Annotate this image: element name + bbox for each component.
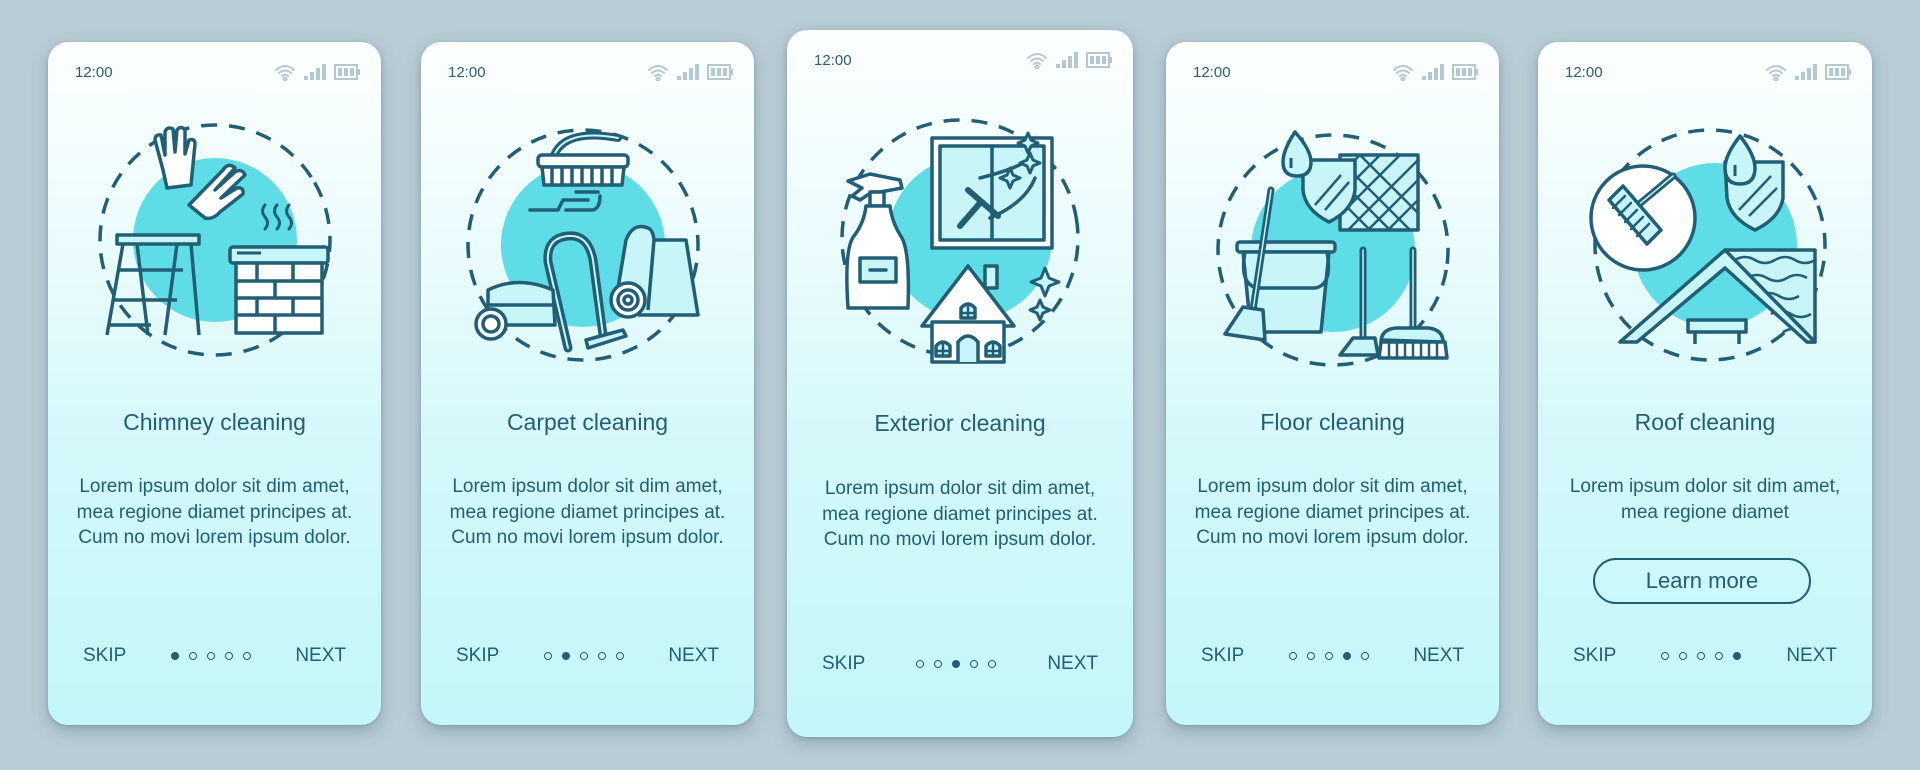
chimney-cleaning-illustration [97,123,332,357]
page-dot[interactable] [597,652,606,660]
status-bar: 12:00 [1193,61,1479,83]
page-dot-active[interactable] [1733,652,1742,660]
page-dot[interactable] [188,652,197,660]
page-dot[interactable] [206,652,215,660]
page-dot[interactable] [242,652,251,660]
page-dot[interactable] [579,652,588,660]
page-indicator [170,652,251,660]
signal-icon [677,64,699,80]
screen-title: Chimney cleaning [123,409,306,435]
page-dot[interactable] [988,660,997,668]
screen-title: Floor cleaning [1260,409,1405,435]
skip-button[interactable]: SKIP [1573,645,1616,667]
status-bar: 12:00 [448,61,734,83]
page-dot[interactable] [1679,652,1688,660]
page-dot-active[interactable] [1342,652,1351,660]
page-indicator [1288,652,1369,660]
exterior-cleaning-illustration [840,118,1080,364]
status-bar: 12:00 [75,61,361,83]
page-dot[interactable] [1661,652,1670,660]
status-time: 12:00 [1565,63,1603,81]
chimney-icon [227,245,330,335]
onboarding-nav: SKIP NEXT [456,645,719,667]
battery-icon [334,64,361,80]
wifi-icon [275,65,295,81]
onboarding-screen-carpet: 12:00 Carpet cleaning Lorem ipsum dolor … [421,42,754,725]
page-dot[interactable] [1324,652,1333,660]
battery-icon [1452,64,1479,80]
page-dot[interactable] [970,660,979,668]
onboarding-screen-roof: 12:00 Roof cleaning Lorem ipsum dolor si… [1538,42,1872,725]
page-indicator [916,660,997,668]
battery-icon [1825,64,1852,80]
screen-description: Lorem ipsum dolor sit dim amet, mea regi… [822,478,1098,550]
page-dot-active[interactable] [952,660,961,668]
skip-button[interactable]: SKIP [83,645,126,667]
floor-cleaning-illustration [1215,130,1450,367]
next-button[interactable]: NEXT [295,645,346,667]
battery-icon [707,64,734,80]
status-time: 12:00 [448,63,486,81]
page-dot-active[interactable] [170,652,179,660]
onboarding-nav: SKIP NEXT [1201,645,1464,667]
next-button[interactable]: NEXT [1047,653,1098,675]
battery-icon [1086,52,1113,68]
status-bar: 12:00 [1565,61,1852,83]
page-dot[interactable] [1288,652,1297,660]
onboarding-nav: SKIP NEXT [822,653,1098,675]
screen-title: Carpet cleaning [506,409,669,435]
onboarding-screen-chimney: 12:00 Chimney cleaning Lorem ipsum dolor… [48,42,381,725]
status-bar: 12:00 [814,49,1113,71]
page-dot[interactable] [224,652,233,660]
page-indicator [1661,652,1742,660]
signal-icon [1422,64,1444,80]
window-squeegee-icon [930,136,1054,250]
next-button[interactable]: NEXT [668,645,719,667]
next-button[interactable]: NEXT [1413,645,1464,667]
learn-more-button[interactable]: Learn more [1593,558,1811,604]
wifi-icon [1393,65,1413,81]
screen-description: Lorem ipsum dolor sit dim amet, mea regi… [1194,476,1471,548]
screen-title: Roof cleaning [1634,409,1776,435]
page-dot[interactable] [934,660,943,668]
status-time: 12:00 [1193,63,1231,81]
signal-icon [1056,52,1078,68]
carpet-cleaning-illustration [465,128,700,362]
status-time: 12:00 [75,63,113,81]
page-indicator [543,652,624,660]
broom-circle-icon [1589,164,1697,272]
screen-title: Exterior cleaning [874,410,1046,436]
page-dot[interactable] [916,660,925,668]
page-dot-active[interactable] [561,652,570,660]
skip-button[interactable]: SKIP [456,645,499,667]
skip-button[interactable]: SKIP [822,653,865,675]
wifi-icon [1766,65,1786,81]
signal-icon [304,64,326,80]
signal-icon [1795,64,1817,80]
next-button[interactable]: NEXT [1786,645,1837,667]
page-dot[interactable] [543,652,552,660]
status-time: 12:00 [814,51,852,69]
screen-description: Lorem ipsum dolor sit dim amet, mea regi… [449,476,726,548]
wifi-icon [1027,53,1047,69]
skip-button[interactable]: SKIP [1201,645,1244,667]
page-dot[interactable] [1360,652,1369,660]
page-dot[interactable] [1306,652,1315,660]
page-dot[interactable] [1697,652,1706,660]
onboarding-screen-exterior: 12:00 Exterior cleaning Lorem ipsum dolo… [787,30,1133,737]
spray-bottle-icon [845,172,911,310]
page-dot[interactable] [615,652,624,660]
onboarding-nav: SKIP NEXT [1573,645,1837,667]
roof-cleaning-illustration [1589,128,1827,362]
onboarding-screen-floor: 12:00 Floor cleaning Lorem ipsum dolor s… [1166,42,1499,725]
wifi-icon [648,65,668,81]
onboarding-nav: SKIP NEXT [83,645,346,667]
page-dot[interactable] [1715,652,1724,660]
screen-description: Lorem ipsum dolor sit dim amet, mea regi… [1569,476,1841,523]
screen-description: Lorem ipsum dolor sit dim amet, mea regi… [76,476,353,548]
